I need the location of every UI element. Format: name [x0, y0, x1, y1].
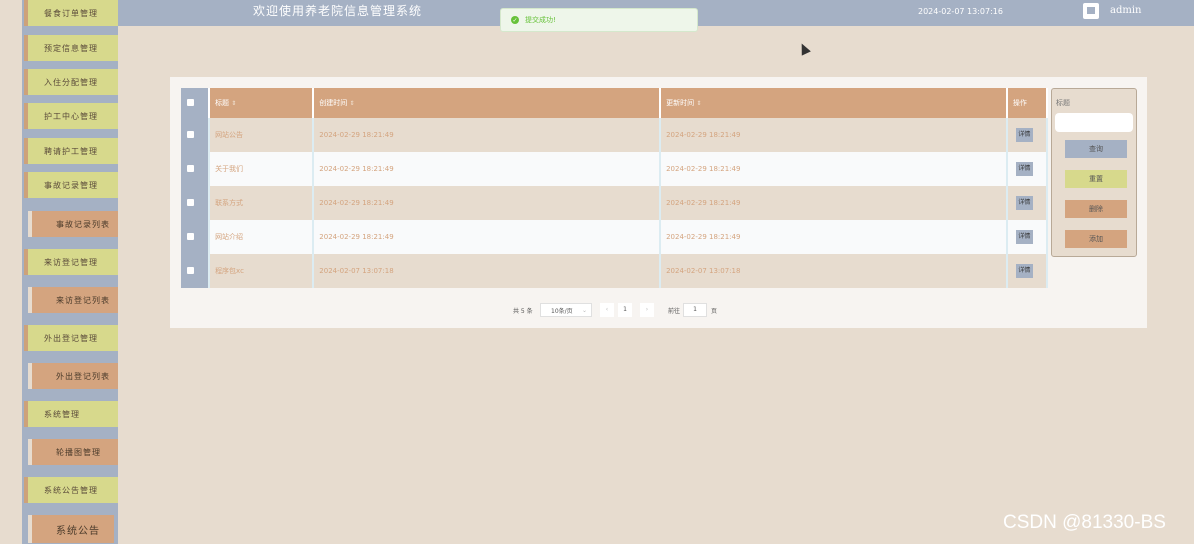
sidebar-item-outing-registration[interactable]: 外出登记管理 — [24, 325, 118, 351]
row-checkbox[interactable] — [187, 198, 194, 206]
prev-page-button[interactable]: ‹ — [600, 303, 614, 317]
announcement-table: 标题 ⇕ 创建时间 ⇕ 更新时间 ⇕ 操作 网站公告 2024-02-29 18… — [181, 88, 1049, 288]
row-select-cell[interactable] — [181, 118, 211, 152]
search-title-input[interactable] — [1055, 113, 1133, 132]
sidebar-item-accident-records[interactable]: 事故记录管理 — [24, 172, 118, 198]
sidebar-item-visitor-registration[interactable]: 来访登记管理 — [24, 249, 118, 275]
cell-title: 程序包xc — [209, 254, 315, 288]
main-panel: 标题 ⇕ 创建时间 ⇕ 更新时间 ⇕ 操作 网站公告 2024-02-29 18… — [170, 77, 1147, 328]
table-row: 联系方式 2024-02-29 18:21:49 2024-02-29 18:2… — [181, 186, 1049, 220]
goto-page-input[interactable]: 1 — [683, 303, 707, 317]
row-select-cell[interactable] — [181, 152, 211, 186]
sidebar-item-caregiver-center[interactable]: 护工中心管理 — [24, 103, 118, 129]
toast-message: 提交成功! — [525, 16, 556, 24]
cell-updated: 2024-02-29 18:21:49 — [660, 152, 1008, 186]
col-header-title[interactable]: 标题 ⇕ — [209, 88, 315, 118]
table-row: 程序包xc 2024-02-07 13:07:18 2024-02-07 13:… — [181, 254, 1049, 288]
sort-icon[interactable]: ⇕ — [350, 100, 355, 107]
col-header-created[interactable]: 创建时间 ⇕ — [313, 88, 662, 118]
row-select-cell[interactable] — [181, 186, 211, 220]
cell-ops: 详情 — [1006, 254, 1049, 288]
page-unit-label: 页 — [711, 308, 718, 315]
col-title-label: 标题 — [215, 99, 230, 107]
success-toast: ✓ 提交成功! — [500, 8, 698, 32]
cell-title: 关于我们 — [209, 152, 315, 186]
clock-text: 2024-02-07 13:07:16 — [918, 7, 1003, 16]
detail-button[interactable]: 详情 — [1015, 196, 1033, 210]
sidebar-item-carousel[interactable]: 轮播图管理 — [28, 439, 118, 465]
cell-title: 网站介绍 — [209, 220, 315, 254]
cell-ops: 详情 — [1006, 152, 1049, 186]
check-icon: ✓ — [511, 16, 519, 24]
cell-updated: 2024-02-07 13:07:18 — [660, 254, 1008, 288]
row-checkbox[interactable] — [187, 130, 194, 138]
page-size-value: 10条/页 — [551, 307, 573, 315]
col-created-label: 创建时间 — [319, 99, 348, 107]
cell-ops: 详情 — [1006, 220, 1049, 254]
cell-updated: 2024-02-29 18:21:49 — [660, 118, 1008, 152]
sidebar: 餐食订单管理 预定信息管理 入住分配管理 护工中心管理 聘请护工管理 事故记录管… — [0, 0, 118, 544]
page-size-select[interactable]: 10条/页 ⌄ — [540, 303, 592, 317]
page-title: 欢迎使用养老院信息管理系统 — [253, 4, 423, 18]
sidebar-item-announcements[interactable]: 系统公告 — [28, 515, 114, 543]
sort-icon[interactable]: ⇕ — [231, 100, 236, 107]
row-select-cell[interactable] — [181, 254, 211, 288]
cell-created: 2024-02-29 18:21:49 — [313, 220, 662, 254]
table-row: 网站介绍 2024-02-29 18:21:49 2024-02-29 18:2… — [181, 220, 1049, 254]
sidebar-item-room-allocation[interactable]: 入住分配管理 — [24, 69, 118, 95]
cell-updated: 2024-02-29 18:21:49 — [660, 220, 1008, 254]
pagination: 共 5 条 10条/页 ⌄ ‹ 1 › 前往 1 页 — [170, 303, 1147, 317]
search-title-label: 标题 — [1056, 99, 1070, 107]
sidebar-item-system-management[interactable]: 系统管理 — [24, 401, 118, 427]
row-checkbox[interactable] — [187, 164, 194, 172]
cell-ops: 详情 — [1006, 186, 1049, 220]
row-select-cell[interactable] — [181, 220, 211, 254]
col-header-ops: 操作 — [1006, 88, 1049, 118]
detail-button[interactable]: 详情 — [1015, 264, 1033, 278]
table-header-row: 标题 ⇕ 创建时间 ⇕ 更新时间 ⇕ 操作 — [181, 88, 1049, 118]
sidebar-item-visitor-list[interactable]: 来访登记列表 — [28, 287, 118, 313]
cell-created: 2024-02-29 18:21:49 — [313, 152, 662, 186]
sidebar-item-meal-orders[interactable]: 餐食订单管理 — [24, 0, 118, 26]
detail-button[interactable]: 详情 — [1015, 128, 1033, 142]
sidebar-item-reservations[interactable]: 预定信息管理 — [24, 35, 118, 61]
table-row: 网站公告 2024-02-29 18:21:49 2024-02-29 18:2… — [181, 118, 1049, 152]
sidebar-item-accident-list[interactable]: 事故记录列表 — [28, 211, 118, 237]
cell-updated: 2024-02-29 18:21:49 — [660, 186, 1008, 220]
cell-title: 联系方式 — [209, 186, 315, 220]
table-row: 关于我们 2024-02-29 18:21:49 2024-02-29 18:2… — [181, 152, 1049, 186]
sidebar-item-outing-list[interactable]: 外出登记列表 — [28, 363, 118, 389]
watermark: CSDN @81330-BS — [1003, 512, 1166, 533]
avatar-icon[interactable] — [1083, 3, 1099, 19]
row-checkbox[interactable] — [187, 266, 194, 274]
add-button[interactable]: 添加 — [1065, 230, 1127, 248]
pagination-total: 共 5 条 — [513, 308, 533, 315]
sort-icon[interactable]: ⇕ — [696, 100, 701, 107]
row-checkbox[interactable] — [187, 232, 194, 240]
delete-button[interactable]: 删除 — [1065, 200, 1127, 218]
query-button[interactable]: 查询 — [1065, 140, 1127, 158]
cell-created: 2024-02-07 13:07:18 — [313, 254, 662, 288]
cell-title: 网站公告 — [209, 118, 315, 152]
select-all-checkbox[interactable] — [187, 98, 194, 106]
cell-created: 2024-02-29 18:21:49 — [313, 118, 662, 152]
current-page[interactable]: 1 — [618, 303, 632, 317]
sidebar-item-announcement-management[interactable]: 系统公告管理 — [24, 477, 118, 503]
reset-button[interactable]: 重置 — [1065, 170, 1127, 188]
detail-button[interactable]: 详情 — [1015, 162, 1033, 176]
cell-ops: 详情 — [1006, 118, 1049, 152]
cell-created: 2024-02-29 18:21:49 — [313, 186, 662, 220]
search-panel: 标题 查询 重置 删除 添加 — [1051, 88, 1137, 257]
username-label[interactable]: admin — [1110, 5, 1141, 16]
mouse-cursor-icon — [797, 41, 811, 56]
select-all-cell[interactable] — [181, 88, 211, 118]
next-page-button[interactable]: › — [640, 303, 654, 317]
col-header-updated[interactable]: 更新时间 ⇕ — [660, 88, 1008, 118]
detail-button[interactable]: 详情 — [1015, 230, 1033, 244]
chevron-down-icon: ⌄ — [581, 306, 587, 314]
goto-label: 前往 — [668, 308, 681, 315]
col-updated-label: 更新时间 — [666, 99, 695, 107]
sidebar-item-hire-caregiver[interactable]: 聘请护工管理 — [24, 138, 118, 164]
